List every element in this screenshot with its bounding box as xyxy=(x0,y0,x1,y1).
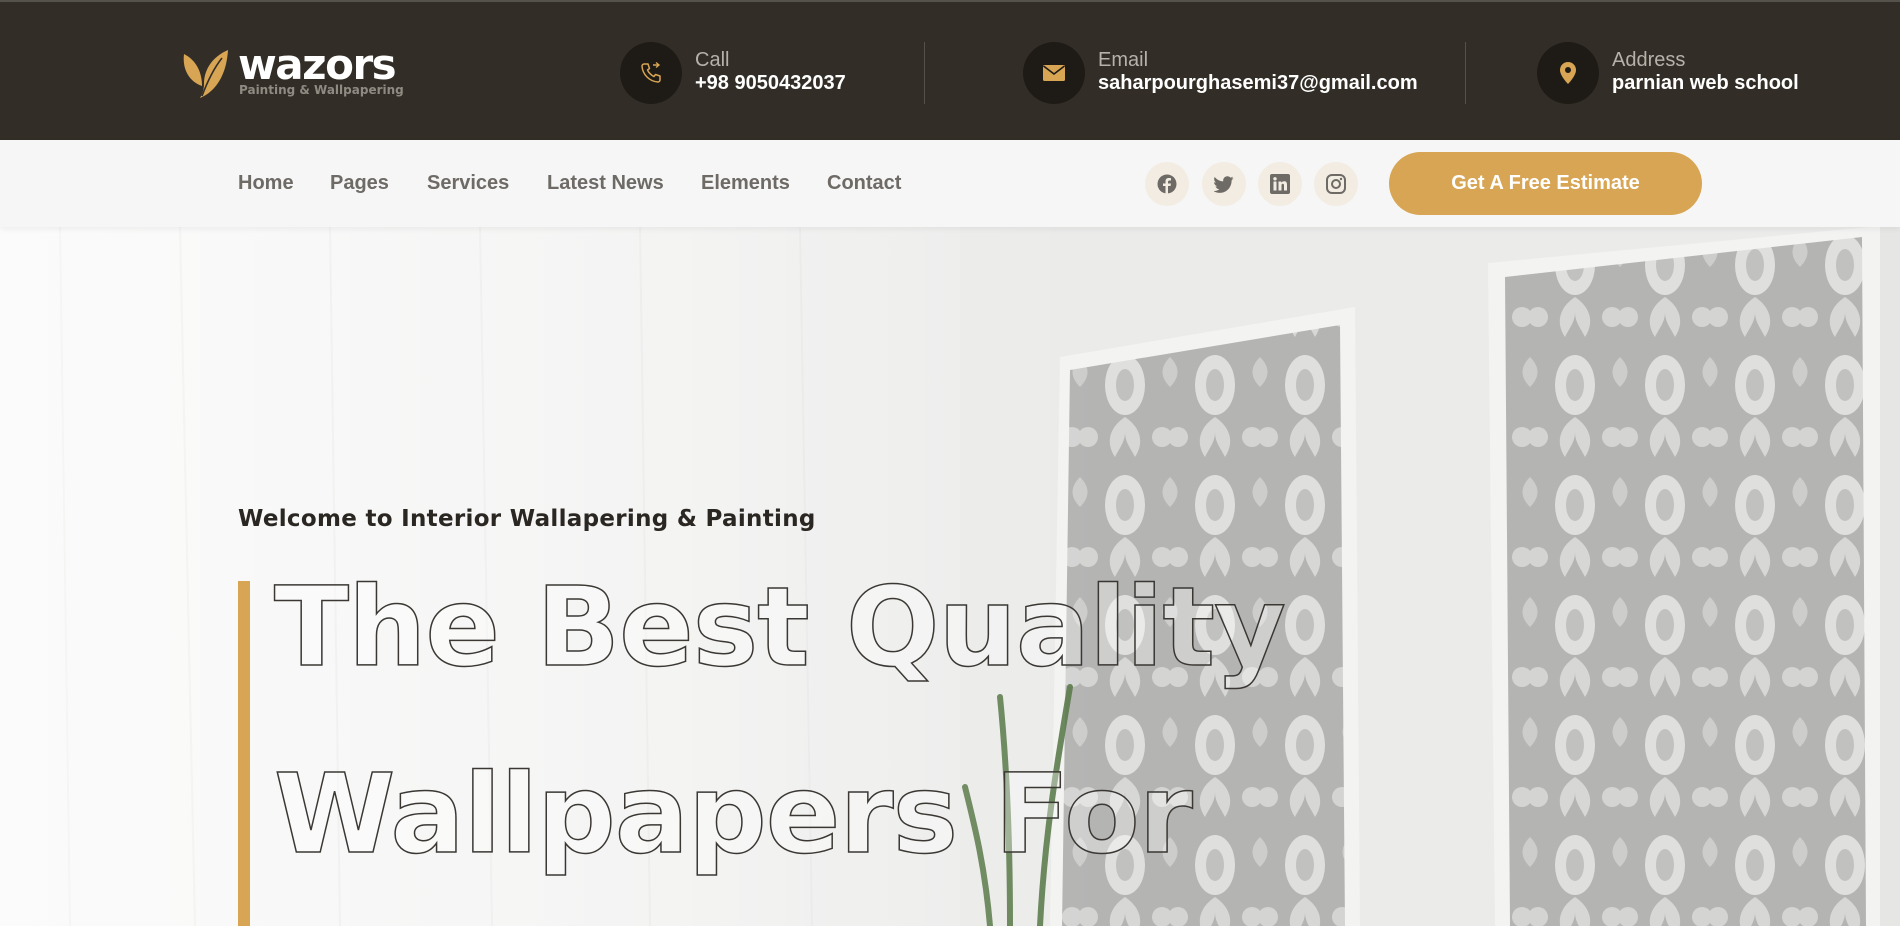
main-nav: Home Pages Services Latest News Elements… xyxy=(0,140,1900,227)
nav-pages[interactable]: Pages xyxy=(330,172,389,195)
hero-headline-line-2: Wallpapers For xyxy=(273,750,1193,878)
map-pin-icon xyxy=(1537,42,1599,104)
divider xyxy=(1465,42,1466,104)
accent-bar xyxy=(238,581,250,926)
get-estimate-button[interactable]: Get A Free Estimate xyxy=(1389,152,1702,215)
call-value[interactable]: +98 9050432037 xyxy=(695,72,846,95)
leaf-logo-icon xyxy=(183,50,228,98)
call-label: Call xyxy=(695,49,730,71)
nav-services[interactable]: Services xyxy=(427,172,509,195)
top-bar: wazors Painting & Wallpapering Call +98 … xyxy=(0,0,1900,140)
phone-icon xyxy=(620,42,682,104)
logo[interactable]: wazors Painting & Wallpapering xyxy=(180,40,404,100)
brand-tagline: Painting & Wallpapering xyxy=(239,83,404,97)
facebook-icon[interactable] xyxy=(1145,162,1189,206)
envelope-icon xyxy=(1023,42,1085,104)
nav-elements[interactable]: Elements xyxy=(701,172,790,195)
address-label: Address xyxy=(1612,49,1686,71)
hero-subtitle: Welcome to Interior Wallapering & Painti… xyxy=(238,506,816,532)
instagram-icon[interactable] xyxy=(1314,162,1358,206)
divider xyxy=(924,42,925,104)
nav-latest-news[interactable]: Latest News xyxy=(547,172,664,195)
email-label: Email xyxy=(1098,49,1149,71)
nav-contact[interactable]: Contact xyxy=(827,172,901,195)
twitter-icon[interactable] xyxy=(1202,162,1246,206)
hero-section: Welcome to Interior Wallapering & Painti… xyxy=(0,227,1900,926)
address-value[interactable]: parnian web school xyxy=(1612,72,1799,95)
hero-headline-line-1: The Best Quality xyxy=(273,563,1286,691)
email-value[interactable]: saharpourghasemi37@gmail.com xyxy=(1098,72,1418,95)
nav-home[interactable]: Home xyxy=(238,172,294,195)
linkedin-icon[interactable] xyxy=(1258,162,1302,206)
